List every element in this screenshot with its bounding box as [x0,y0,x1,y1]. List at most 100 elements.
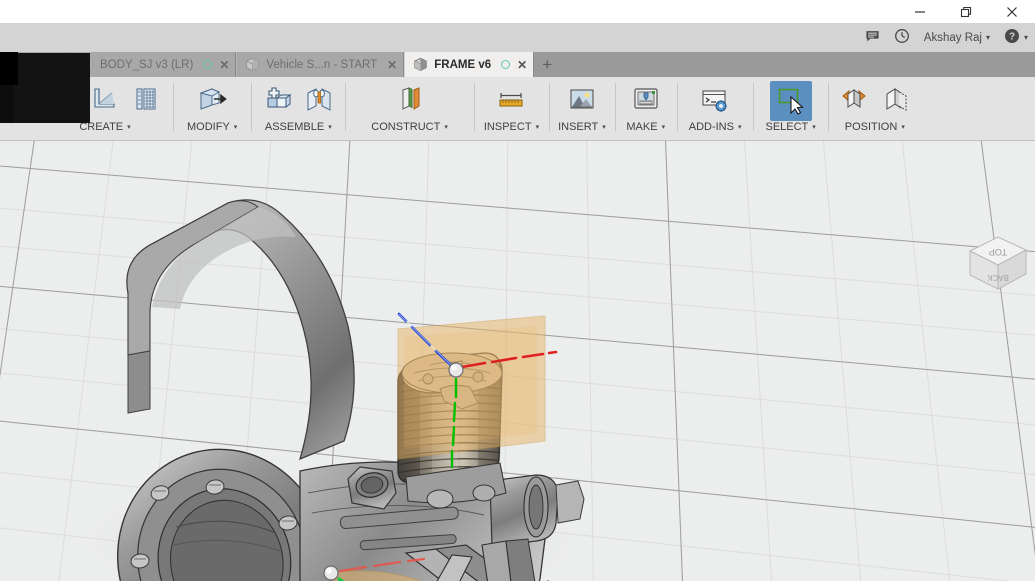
tab-close-icon[interactable]: ✕ [219,59,229,71]
3d-print-button[interactable] [625,81,667,121]
exhaust-bore [529,485,543,529]
create-sketch-button[interactable] [84,81,126,121]
align-icon [879,84,913,118]
clock-icon [894,28,910,47]
new-component-assemble-button[interactable] [256,81,298,121]
chevron-down-icon: ▾ [444,121,448,135]
viewport-scene: TOP BACK [0,141,1035,581]
ribbon-group-insert: INSERT ▾ [549,77,615,141]
ribbon-group-label[interactable]: MODIFY ▾ [187,120,237,134]
tab-close-icon[interactable]: ✕ [517,59,527,71]
ribbon-group-label[interactable]: INSPECT ▾ [484,120,539,134]
tab-close-icon[interactable]: ✕ [387,59,397,71]
console-gear-icon [698,84,732,118]
tab-label: FRAME v6 [434,59,491,71]
tab-status-dot [501,60,510,69]
chevron-down-icon: ▾ [901,121,905,135]
job-status-button[interactable] [887,23,917,52]
joint-origin-marker[interactable] [449,363,463,377]
close-button[interactable] [989,0,1035,23]
user-name-label: Akshay Raj [924,32,982,44]
press-pull-button[interactable] [191,81,233,121]
construction-plane-upper[interactable] [398,316,545,459]
new-document-tab-button[interactable]: + [534,52,560,77]
document-tab-frame-v6[interactable]: FRAME v6 ✕ [404,52,534,77]
chevron-down-icon: ▾ [234,121,238,135]
create-form-button[interactable] [126,81,168,121]
ribbon-group-label[interactable]: MAKE ▾ [626,120,665,134]
document-tab-body-sj[interactable]: BODY_SJ v3 (LR) ✕ [70,52,236,77]
help-icon: ? [1004,28,1020,47]
ribbon-group-addins: ADD-INS ▾ [677,77,754,141]
ribbon-toolbar: CREATE ▾ MODIFY ▾ [0,77,1035,141]
offset-plane-icon [393,84,427,118]
minimize-button[interactable] [897,0,943,23]
ribbon-group-label[interactable]: POSITION ▾ [845,120,905,134]
cube-icon [413,57,428,72]
user-account-menu[interactable]: Akshay Raj ▾ [917,23,997,52]
window-title-bar [0,0,1035,23]
ribbon-group-make: MAKE ▾ [615,77,677,141]
joint-origin-highlight [451,365,457,371]
sketch-icon [88,84,122,118]
move-copy-button[interactable] [833,81,875,121]
chevron-down-icon: ▾ [662,121,666,135]
document-tab-vehicle-start[interactable]: Vehicle S...n - START ✕ [236,52,404,77]
help-menu[interactable]: ? ▾ [997,23,1035,52]
joint-origin-marker[interactable] [324,566,338,580]
ribbon-group-select: SELECT ▾ [753,77,827,141]
align-button[interactable] [875,81,917,121]
restore-button[interactable] [943,0,989,23]
overlay-artifact [10,53,90,123]
new-component-blocks-icon [260,84,294,118]
chevron-down-icon: ▾ [602,121,606,135]
joint-icon [302,84,336,118]
ribbon-group-label[interactable]: CONSTRUCT ▾ [371,120,448,134]
ribbon-group-construct: CONSTRUCT ▾ [345,77,474,141]
comment-icon [865,29,880,47]
ribbon-group-label[interactable]: INSERT ▾ [558,120,606,134]
form-mesh-icon [130,84,164,118]
joint-button[interactable] [298,81,340,121]
view-cube-front-label: BACK [986,273,1008,282]
ribbon-group-inspect: INSPECT ▾ [474,77,549,141]
3d-viewport-canvas[interactable]: TOP BACK [0,141,1035,581]
comments-button[interactable] [858,23,887,52]
volute-inlet-lip [128,351,150,413]
move-orange-icon [837,84,871,118]
image-insert-icon [565,84,599,118]
cube-icon [245,57,260,72]
measure-button[interactable] [490,81,532,121]
view-cube[interactable]: TOP BACK [970,237,1026,289]
chevron-down-icon: ▾ [328,121,332,135]
ribbon-group-label[interactable]: ASSEMBLE ▾ [265,120,332,134]
selection-cursor-icon [774,84,808,118]
tab-label: BODY_SJ v3 (LR) [100,59,193,71]
chevron-down-icon: ▾ [127,121,131,135]
offset-plane-button[interactable] [389,81,431,121]
chevron-down-icon: ▾ [812,121,816,135]
scripts-addins-button[interactable] [694,81,736,121]
view-cube-top-label: TOP [989,247,1007,257]
select-tool-button[interactable] [770,81,812,121]
ribbon-group-modify: MODIFY ▾ [173,77,251,141]
chevron-down-icon: ▾ [986,33,990,42]
ruler-icon [494,84,528,118]
fusion360-window: Akshay Raj ▾ ? ▾ ✕ [0,0,1035,581]
right-nub [556,481,584,523]
ribbon-group-assemble: ASSEMBLE ▾ [251,77,345,141]
chevron-down-icon: ▾ [536,121,540,135]
chevron-down-icon: ▾ [738,121,742,135]
3d-printer-icon [629,84,663,118]
press-pull-icon [195,84,229,118]
ribbon-group-label[interactable]: SELECT ▾ [765,120,815,134]
tab-label: Vehicle S...n - START [266,59,377,71]
svg-text:?: ? [1009,32,1015,43]
tab-status-dot [203,60,212,69]
ribbon-group-label[interactable]: ADD-INS ▾ [689,120,742,134]
chevron-down-icon: ▾ [1024,33,1028,42]
account-app-bar: Akshay Raj ▾ ? ▾ [0,23,1035,52]
overlay-artifact-edge [0,52,18,85]
insert-mcmaster-button[interactable] [561,81,603,121]
ribbon-group-position: POSITION ▾ [828,77,922,141]
